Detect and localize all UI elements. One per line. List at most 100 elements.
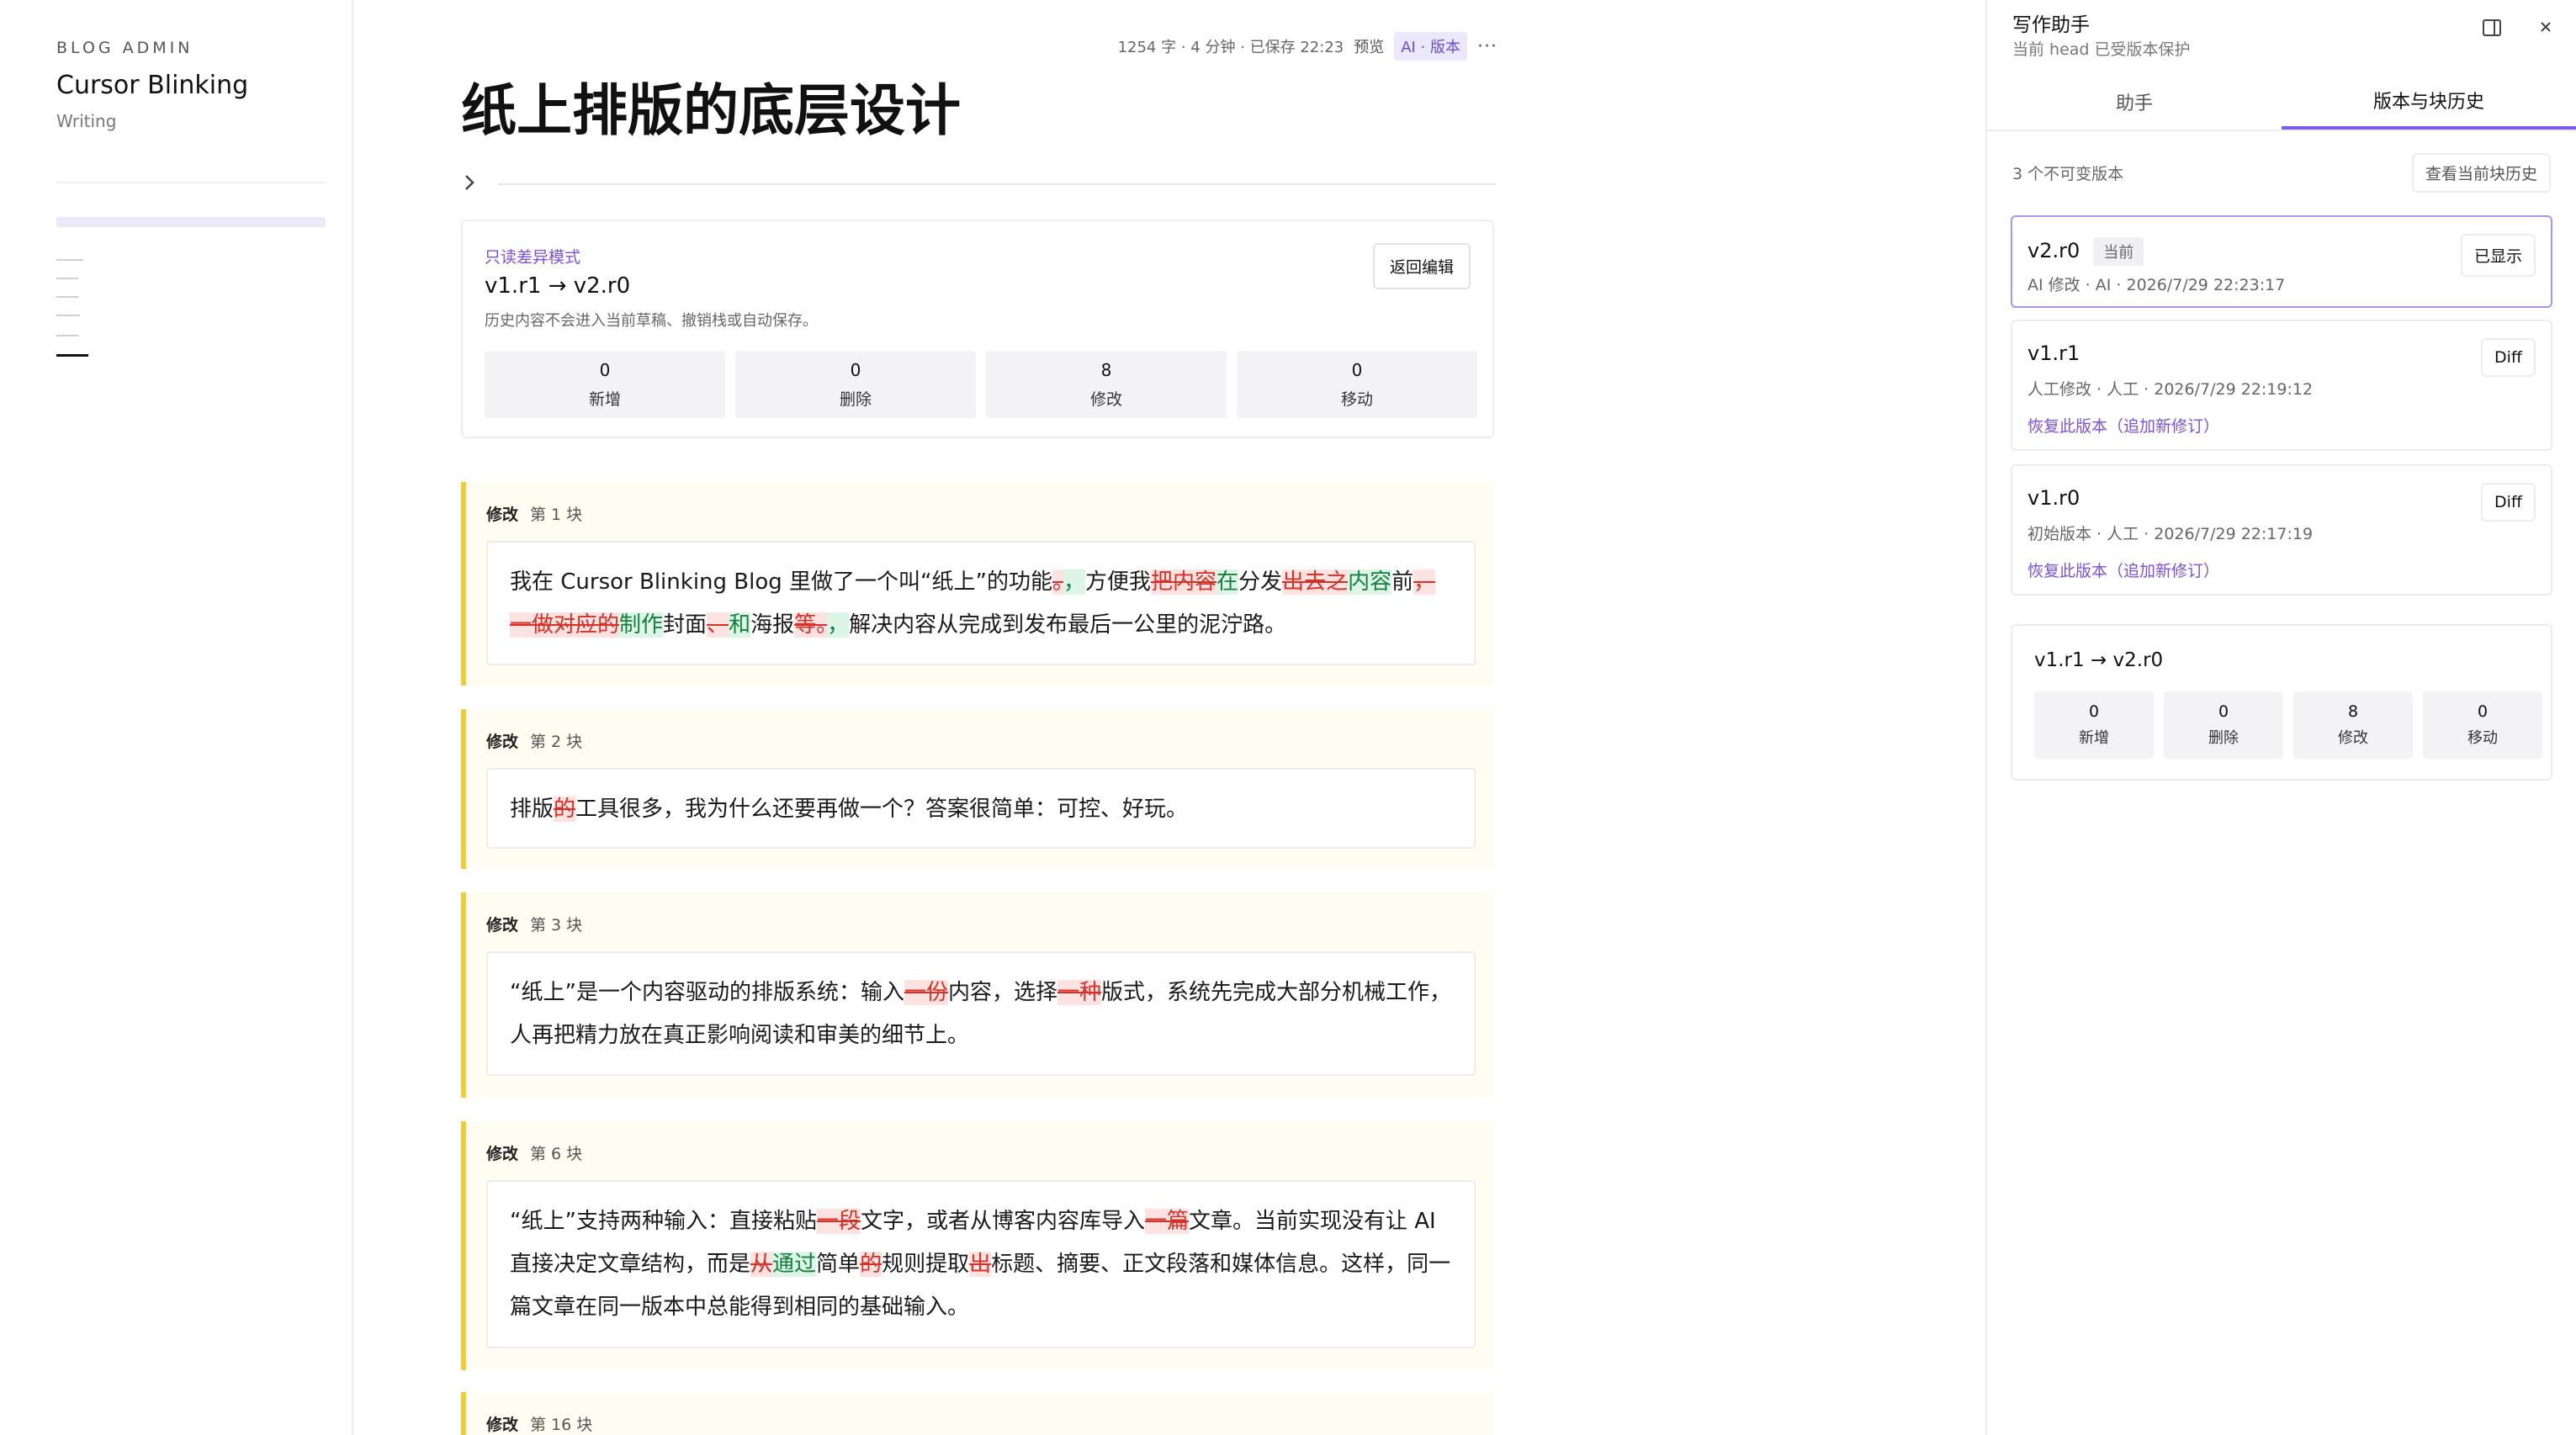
diff-note: 历史内容不会进入当前草稿、撤销栈或自动保存。 xyxy=(485,312,818,330)
stat-added: 0 新增 xyxy=(485,351,725,418)
more-icon[interactable]: ··· xyxy=(1477,36,1497,57)
stat-added: 0 新增 xyxy=(2034,691,2154,759)
brand-kicker: BLOG ADMIN xyxy=(56,39,193,57)
diff-button[interactable]: Diff xyxy=(2481,483,2536,522)
text-segment: 分发 xyxy=(1238,569,1283,595)
block-kind: 修改 xyxy=(486,916,519,935)
block-index: 第 1 块 xyxy=(530,506,583,524)
inserted-text: ， xyxy=(827,612,850,638)
panel-tabs: 助手 版本与块历史 xyxy=(1987,74,2576,131)
version-card[interactable]: v2.r0 当前 AI 修改 · AI · 2026/7/29 22:23:17 … xyxy=(2011,215,2552,308)
deleted-text: 、 xyxy=(707,612,729,638)
text-segment: 内容，选择 xyxy=(947,980,1057,1005)
version-card[interactable]: v1.r1 人工修改 · 人工 · 2026/7/29 22:19:12 恢复此… xyxy=(2011,320,2552,451)
block-content: 排版的工具很多，我为什么还要再做一个？答案很简单：可控、好玩。 xyxy=(486,768,1476,849)
brand-subtitle: Writing xyxy=(56,111,117,131)
sidebar-toggle-icon[interactable] xyxy=(2482,19,2502,42)
shown-button[interactable]: 已显示 xyxy=(2460,234,2536,277)
version-name: v1.r0 xyxy=(2027,486,2080,510)
tab-version-history[interactable]: 版本与块历史 xyxy=(2282,74,2576,130)
text-segment: 解决内容从完成到发布最后一公里的泥泞路。 xyxy=(849,612,1287,638)
version-count: 3 个不可变版本 xyxy=(2012,165,2124,183)
text-segment: 文字，或者从博客内容库导入 xyxy=(860,1209,1145,1234)
outline-tick[interactable] xyxy=(56,296,78,298)
stat-number: 0 xyxy=(2218,702,2229,721)
stat-number: 0 xyxy=(850,359,861,380)
inserted-text: 制作 xyxy=(619,612,664,638)
ai-version-badge[interactable]: AI · 版本 xyxy=(1394,32,1468,61)
deleted-text: 一篇 xyxy=(1144,1209,1189,1234)
version-name: v2.r0 当前 xyxy=(2027,237,2144,266)
compare-stats: 0 新增 0 删除 8 修改 0 移动 xyxy=(2034,691,2542,759)
text-segment: 我在 Cursor Blinking Blog 里做了一个叫“纸上”的功能 xyxy=(510,569,1052,595)
stat-label: 移动 xyxy=(2467,729,2498,747)
inserted-text: 内容 xyxy=(1348,569,1392,595)
outline-tick[interactable] xyxy=(56,335,78,336)
readonly-diff-label: 只读差异模式 xyxy=(485,248,581,267)
block-kind: 修改 xyxy=(486,1145,519,1163)
block-index: 第 3 块 xyxy=(530,916,583,935)
block-content: 我在 Cursor Blinking Blog 里做了一个叫“纸上”的功能。，方… xyxy=(486,541,1476,665)
stat-label: 删除 xyxy=(839,389,872,409)
stat-deleted: 0 删除 xyxy=(2164,691,2283,759)
editor-meta-bar: 1254 字 · 4 分钟 · 已保存 22:23 预览 AI · 版本 ··· xyxy=(1118,32,1497,61)
outline-tick-current[interactable] xyxy=(56,354,88,357)
text-segment: “纸上”支持两种输入：直接粘贴 xyxy=(510,1209,817,1234)
back-to-edit-button[interactable]: 返回编辑 xyxy=(1372,243,1471,289)
word-count-status: 1254 字 · 4 分钟 · 已保存 22:23 xyxy=(1117,39,1344,56)
restore-version-link[interactable]: 恢复此版本（追加新修订） xyxy=(2027,414,2219,437)
version-card[interactable]: v1.r0 初始版本 · 人工 · 2026/7/29 22:17:19 恢复此… xyxy=(2011,464,2552,596)
inserted-text: 通过 xyxy=(772,1252,817,1277)
outline-tick[interactable] xyxy=(56,278,78,279)
panel-subtitle: 当前 head 已受版本保护 xyxy=(2012,40,2191,59)
block-index: 第 16 块 xyxy=(530,1416,593,1434)
stat-moved: 0 移动 xyxy=(2423,691,2542,759)
stat-modified: 8 修改 xyxy=(2293,691,2413,759)
diff-block: 修改第 16 块 xyxy=(461,1392,1494,1435)
sidebar-divider xyxy=(56,182,326,183)
stat-label: 修改 xyxy=(1089,389,1122,409)
stat-label: 删除 xyxy=(2208,729,2239,747)
close-icon[interactable] xyxy=(2537,19,2554,40)
inserted-text: 在 xyxy=(1216,569,1239,595)
version-meta: 人工修改 · 人工 · 2026/7/29 22:19:12 xyxy=(2027,380,2314,399)
assistant-panel: 写作助手 当前 head 已受版本保护 助手 版本与块历史 3 个不可变版本 查… xyxy=(1985,0,2576,1435)
diff-summary-card: 只读差异模式 v1.r1 → v2.r0 历史内容不会进入当前草稿、撤销栈或自动… xyxy=(461,220,1494,438)
inserted-text: ， xyxy=(1063,569,1085,595)
block-index: 第 6 块 xyxy=(530,1145,583,1163)
editor-main: 1254 字 · 4 分钟 · 已保存 22:23 预览 AI · 版本 ···… xyxy=(353,0,1985,1435)
outline-tick[interactable] xyxy=(56,315,80,316)
tab-assistant[interactable]: 助手 xyxy=(1987,74,2282,130)
block-header: 修改第 2 块 xyxy=(486,729,582,752)
sidebar-active-indicator[interactable] xyxy=(56,217,326,227)
sidebar: BLOG ADMIN Cursor Blinking Writing xyxy=(0,0,353,1435)
document-title[interactable]: 纸上排版的底层设计 xyxy=(461,66,961,146)
brand-title[interactable]: Cursor Blinking xyxy=(56,71,248,100)
diff-stats: 0 新增 0 删除 8 修改 0 移动 xyxy=(485,351,1477,418)
version-meta: AI 修改 · AI · 2026/7/29 22:23:17 xyxy=(2027,276,2286,294)
text-segment: 规则提取 xyxy=(882,1252,970,1277)
block-kind: 修改 xyxy=(486,1416,519,1434)
stat-number: 8 xyxy=(1100,359,1112,380)
preview-button[interactable]: 预览 xyxy=(1354,35,1384,57)
version-name: v1.r1 xyxy=(2027,342,2080,365)
text-segment: 方便我 xyxy=(1085,569,1152,595)
restore-version-link[interactable]: 恢复此版本（追加新修订） xyxy=(2027,559,2219,581)
diff-button[interactable]: Diff xyxy=(2481,338,2536,377)
chevron-right-icon[interactable] xyxy=(463,173,476,197)
stat-label: 移动 xyxy=(1340,389,1373,409)
text-segment: 工具很多，我为什么还要再做一个？答案很简单：可控、好玩。 xyxy=(575,797,1189,822)
current-tag: 当前 xyxy=(2093,237,2144,266)
block-content: “纸上”是一个内容驱动的排版系统：输入一份内容，选择一种版式，系统先完成大部分机… xyxy=(486,951,1476,1076)
stat-number: 0 xyxy=(1351,359,1363,380)
diff-block: 修改第 2 块 排版的工具很多，我为什么还要再做一个？答案很简单：可控、好玩。 xyxy=(461,709,1494,869)
panel-title: 写作助手 xyxy=(2012,14,2090,36)
outline-tick[interactable] xyxy=(56,259,83,261)
deleted-text: 。 xyxy=(1052,569,1063,595)
diff-version-range: v1.r1 → v2.r0 xyxy=(485,273,631,299)
block-history-button[interactable]: 查看当前块历史 xyxy=(2411,153,2551,193)
diff-block: 修改第 3 块 “纸上”是一个内容驱动的排版系统：输入一份内容，选择一种版式，系… xyxy=(461,892,1494,1098)
text-segment: 海报 xyxy=(750,612,795,638)
stat-modified: 8 修改 xyxy=(986,351,1227,418)
inserted-text: 和 xyxy=(729,612,751,638)
